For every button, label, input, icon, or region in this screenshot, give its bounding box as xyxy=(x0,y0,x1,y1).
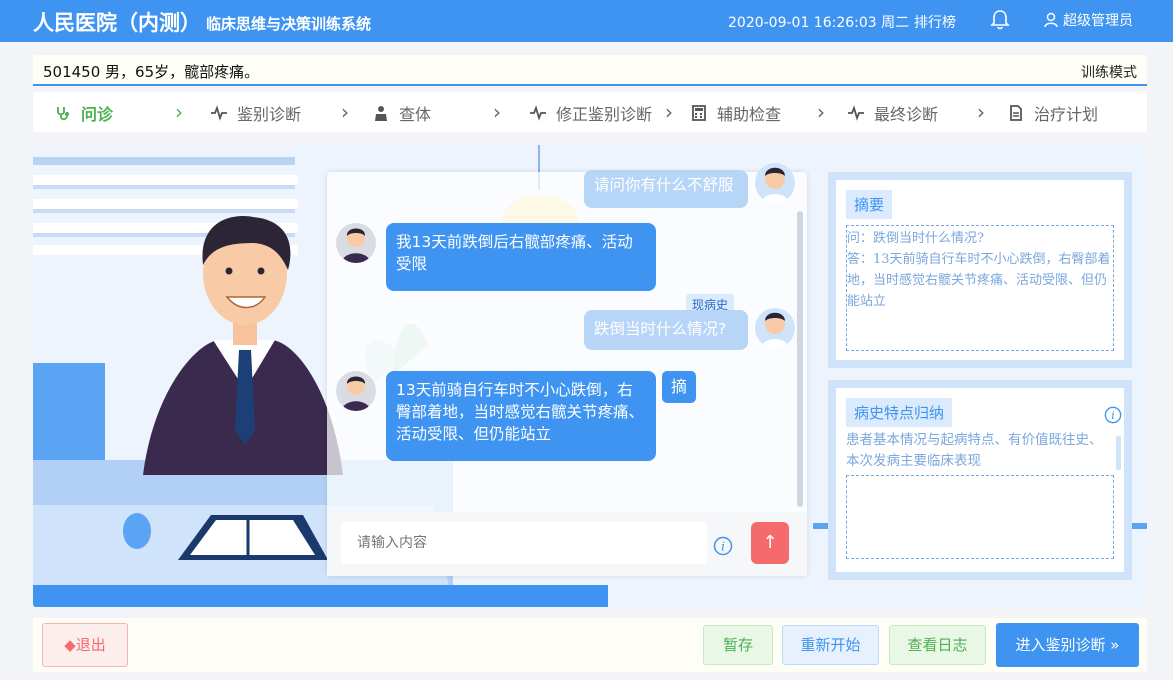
chevron-right-icon: › xyxy=(341,100,349,124)
step-revised-differential[interactable]: 修正鉴别诊断 xyxy=(530,101,652,125)
exit-button[interactable]: ◆退出 xyxy=(42,623,128,667)
step-differential[interactable]: 鉴别诊断 xyxy=(211,101,301,125)
history-input[interactable] xyxy=(846,475,1114,559)
datetime: 2020-09-01 16:26:03 周二 xyxy=(728,15,910,31)
bell-icon[interactable] xyxy=(990,9,1010,31)
doctor-message: 请问你有什么不舒服 xyxy=(584,170,748,208)
summary-answer: 答：13天前骑自行车时不小心跌倒，右臀部着地，当时感觉右髋关节疼痛、活动受限、但… xyxy=(847,252,1111,309)
pulse-icon xyxy=(530,105,546,121)
step-final-diagnosis[interactable]: 最终诊断 xyxy=(848,101,938,125)
restart-button[interactable]: 重新开始 xyxy=(782,625,879,665)
ranking-link[interactable]: 排行榜 xyxy=(914,12,956,32)
step-inquiry[interactable]: 问诊 xyxy=(55,101,113,125)
view-log-button[interactable]: 查看日志 xyxy=(889,625,986,665)
chevron-right-icon: › xyxy=(493,100,501,124)
calculator-icon xyxy=(692,105,706,121)
chevron-right-icon: › xyxy=(665,100,673,124)
user-name: 超级管理员 xyxy=(1063,13,1133,29)
patient-info: 501450 男，65岁，髋部疼痛。 xyxy=(43,63,260,81)
pulse-icon xyxy=(211,105,227,121)
doctor-avatar xyxy=(755,308,795,348)
patient-avatar xyxy=(336,223,376,263)
chevron-right-icon: › xyxy=(175,100,183,124)
chat-input[interactable] xyxy=(341,522,707,564)
doctor-avatar xyxy=(755,163,795,203)
history-summary-panel: 病史特点归纳 i 患者基本情况与起病特点、有价值既往史、本次发病主要临床表现 xyxy=(828,380,1132,580)
info-icon[interactable]: i xyxy=(1104,406,1122,424)
stethoscope-icon xyxy=(57,107,69,121)
step-auxiliary-exam[interactable]: 辅助检查 xyxy=(691,101,781,125)
chevron-right-icon: › xyxy=(977,100,985,124)
patient-bar: 501450 男，65岁，髋部疼痛。 训练模式 xyxy=(33,55,1147,86)
summary-panel: 摘要 问：跌倒当时什么情况? 答：13天前骑自行车时不小心跌倒，右臀部着地，当时… xyxy=(828,172,1132,368)
patient-message: 我13天前跌倒后右髋部疼痛、活动受限 xyxy=(386,223,656,291)
excerpt-button[interactable]: 摘 xyxy=(662,371,696,403)
history-summary-title: 病史特点归纳 xyxy=(846,398,953,427)
step-physical-exam[interactable]: 查体 xyxy=(373,101,431,125)
top-bar: 人民医院（内测） 临床思维与决策训练系统 2020-09-01 16:26:03… xyxy=(0,0,1173,42)
save-draft-button[interactable]: 暂存 xyxy=(703,625,773,665)
system-title: 临床思维与决策训练系统 xyxy=(206,15,372,33)
history-hint: 患者基本情况与起病特点、有价值既往史、本次发病主要临床表现 xyxy=(846,432,1103,469)
doctor-icon xyxy=(375,106,387,121)
next-step-button[interactable]: 进入鉴别诊断 » xyxy=(996,623,1139,667)
svg-text:i: i xyxy=(721,540,725,554)
chat-input-bar: i ↑ xyxy=(327,512,807,576)
svg-text:i: i xyxy=(1111,409,1114,422)
patient-avatar xyxy=(336,371,376,411)
step-nav: 问诊 › 鉴别诊断 › 查体 › 修正鉴别诊断 › 辅助检查 › 最终诊断 › … xyxy=(33,92,1147,132)
chat-scrollbar[interactable] xyxy=(797,211,803,507)
user-icon xyxy=(1044,12,1058,28)
patient-message: 13天前骑自行车时不小心跌倒，右臀部着地，当时感觉右髋关节疼痛、活动受限、但仍能… xyxy=(386,371,656,461)
summary-content: 问：跌倒当时什么情况? 答：13天前骑自行车时不小心跌倒，右臀部着地，当时感觉右… xyxy=(847,228,1117,312)
bottom-bar: ◆退出 暂存 重新开始 查看日志 进入鉴别诊断 » xyxy=(33,618,1147,672)
user-menu[interactable]: 超级管理员 xyxy=(1043,10,1133,30)
doctor-message: 跌倒当时什么情况? xyxy=(584,310,748,350)
training-mode: 训练模式 xyxy=(1081,65,1137,81)
chevron-right-icon: › xyxy=(817,100,825,124)
summary-title: 摘要 xyxy=(846,190,893,219)
hospital-name: 人民医院（内测） xyxy=(33,11,201,35)
document-icon xyxy=(1010,105,1022,121)
info-icon[interactable]: i xyxy=(713,536,733,556)
history-scrollbar[interactable] xyxy=(1116,436,1121,470)
send-button[interactable]: ↑ xyxy=(751,522,789,564)
summary-question: 问：跌倒当时什么情况? xyxy=(847,231,984,246)
step-treatment-plan[interactable]: 治疗计划 xyxy=(1008,101,1098,125)
pulse-icon xyxy=(848,105,864,121)
arrow-up-icon: ↑ xyxy=(762,532,778,553)
